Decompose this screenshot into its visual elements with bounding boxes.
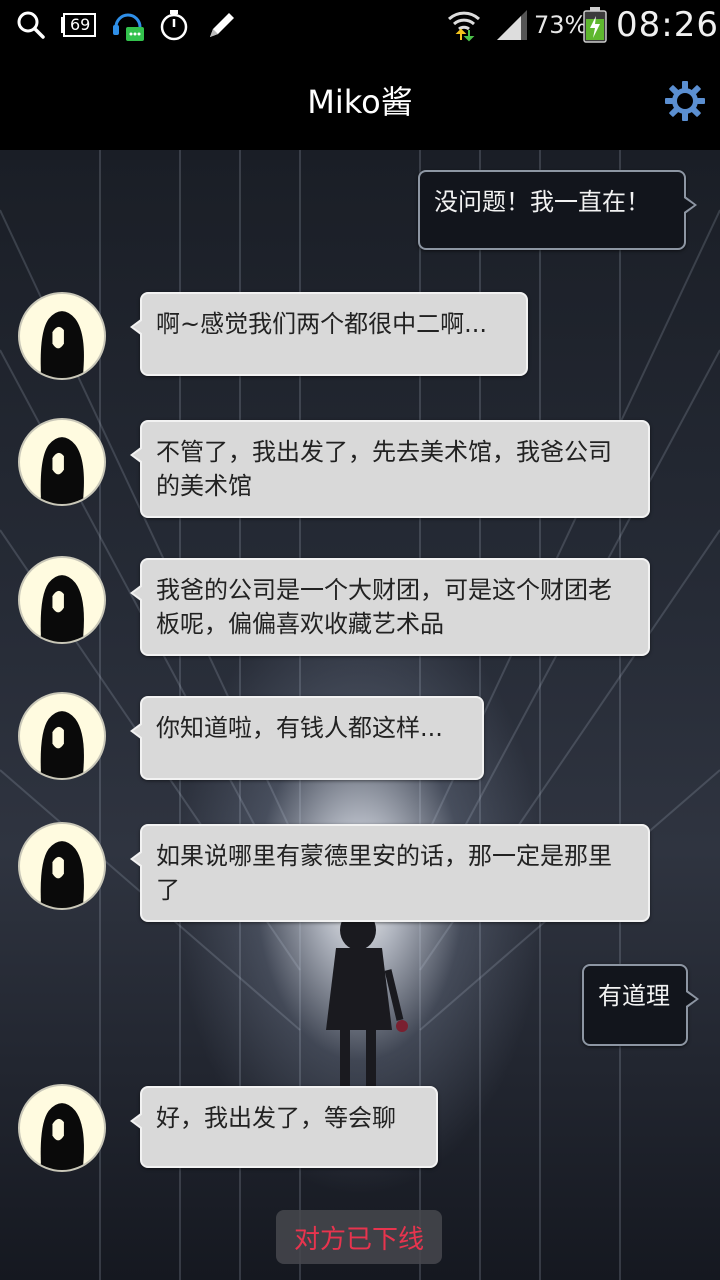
notification-count-icon: 69 xyxy=(60,8,98,42)
message-text: 如果说哪里有蒙德里安的话，那一定是那里了 xyxy=(156,842,612,904)
avatar[interactable] xyxy=(18,556,106,644)
message-text: 你知道啦，有钱人都这样... xyxy=(156,714,443,742)
incoming-message-bubble[interactable]: 如果说哪里有蒙德里安的话，那一定是那里了 xyxy=(130,824,650,922)
outgoing-message-bubble[interactable]: 有道理 xyxy=(582,964,699,1046)
search-icon xyxy=(14,8,48,42)
incoming-message-bubble[interactable]: 啊~感觉我们两个都很中二啊... xyxy=(130,292,528,376)
battery-charging-icon xyxy=(582,7,608,43)
chat-area[interactable]: 没问题！我一直在！ 啊~感觉我们两个都很中二啊... 不管了，我出发了，先去美术… xyxy=(0,150,720,1280)
avatar[interactable] xyxy=(18,292,106,380)
outgoing-message-bubble[interactable]: 没问题！我一直在！ xyxy=(418,170,697,250)
message-text: 啊~感觉我们两个都很中二啊... xyxy=(156,310,487,338)
incoming-message-bubble[interactable]: 不管了，我出发了，先去美术馆，我爸公司的美术馆 xyxy=(130,420,650,518)
battery-percent: 73% xyxy=(534,11,588,39)
message-text: 有道理 xyxy=(598,982,670,1010)
message-text: 我爸的公司是一个大财团，可是这个财团老板呢，偏偏喜欢收藏艺术品 xyxy=(156,576,612,638)
avatar[interactable] xyxy=(18,1084,106,1172)
avatar[interactable] xyxy=(18,822,106,910)
message-text: 好，我出发了，等会聊 xyxy=(156,1104,396,1132)
notification-count: 69 xyxy=(70,15,91,34)
pencil-icon xyxy=(204,8,240,42)
signal-icon xyxy=(494,8,530,42)
page-title: Miko酱 xyxy=(307,83,413,121)
status-bar: 69 73% 08:26 xyxy=(0,0,720,50)
chat-support-icon xyxy=(110,8,146,42)
offline-notice: 对方已下线 xyxy=(276,1210,442,1264)
wifi-icon xyxy=(446,8,482,42)
settings-button[interactable] xyxy=(664,80,706,122)
message-text: 不管了，我出发了，先去美术馆，我爸公司的美术馆 xyxy=(156,438,612,500)
incoming-message-bubble[interactable]: 我爸的公司是一个大财团，可是这个财团老板呢，偏偏喜欢收藏艺术品 xyxy=(130,558,650,656)
incoming-message-bubble[interactable]: 你知道啦，有钱人都这样... xyxy=(130,696,484,780)
stopwatch-icon xyxy=(158,8,190,42)
header: Miko酱 xyxy=(0,50,720,150)
avatar[interactable] xyxy=(18,418,106,506)
gear-icon xyxy=(665,81,705,121)
incoming-message-bubble[interactable]: 好，我出发了，等会聊 xyxy=(130,1086,438,1168)
message-text: 没问题！我一直在！ xyxy=(434,188,650,216)
avatar[interactable] xyxy=(18,692,106,780)
offline-notice-text: 对方已下线 xyxy=(293,1224,424,1255)
clock-time: 08:26 xyxy=(616,5,719,45)
